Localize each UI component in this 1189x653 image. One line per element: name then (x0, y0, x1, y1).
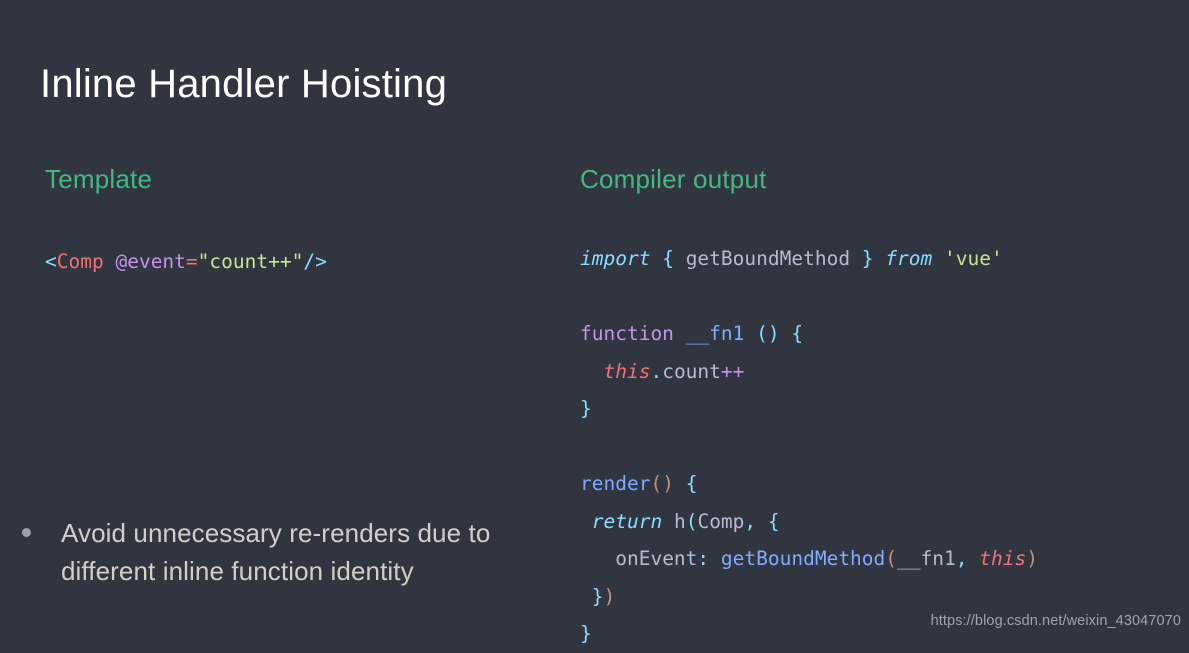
code-line: <Comp @event="count++"/> (45, 243, 545, 281)
token-brace-open: { (662, 247, 674, 270)
token-paren-close: ) (603, 584, 616, 608)
bullet-list: Avoid unnecessary re-renders due to diff… (22, 514, 522, 590)
code-line-this-count: this.count++ (580, 353, 1180, 391)
token-imported-binding: getBoundMethod (673, 247, 862, 270)
token-increment: ++ (720, 359, 745, 383)
slide-root: Inline Handler Hoisting Template <Comp @… (0, 0, 1189, 649)
token-this-kw: this (603, 359, 651, 383)
template-column: Template <Comp @event="count++"/> (45, 164, 545, 281)
code-line-import: import { getBoundMethod } from 'vue' (580, 240, 1180, 278)
token-paren-open: ( (685, 509, 698, 533)
token-dot: . (650, 359, 663, 383)
token-brace-close: } (861, 247, 874, 270)
token-h-fn: h (673, 509, 686, 533)
token-parens: () (756, 322, 780, 345)
compiler-output-column: Compiler output import { getBoundMethod … (580, 164, 1180, 653)
token-module-specifier: 'vue' (944, 247, 1003, 270)
list-item: Avoid unnecessary re-renders due to diff… (22, 514, 522, 590)
code-line-return-h: return h(Comp, { (580, 503, 1180, 541)
code-line-on-event: onEvent: getBoundMethod(__fn1, this) (580, 540, 1180, 578)
token-equals: = (185, 250, 198, 273)
token-brace-close: } (591, 584, 604, 608)
token-count-prop: count (662, 359, 721, 383)
token-attr-value: "count++" (197, 250, 304, 273)
token-this-arg: this (979, 547, 1027, 570)
token-comma: , (744, 509, 757, 533)
token-event-attr: @event (115, 250, 186, 273)
code-line-function-decl: function __fn1 () { (580, 315, 1180, 353)
bullet-dot-icon (22, 528, 31, 537)
template-code-block: <Comp @event="count++"/> (45, 243, 545, 281)
watermark-url: https://blog.csdn.net/weixin_43047070 (930, 613, 1181, 629)
token-paren-close: ) (1026, 547, 1038, 570)
token-comp-arg: Comp (697, 509, 745, 533)
code-line-close-fn: } (580, 390, 1180, 428)
token-brace-close: } (580, 397, 592, 420)
token-render-name: render (580, 472, 651, 495)
compiler-output-code-block: import { getBoundMethod } from 'vue' func… (580, 240, 1180, 653)
token-from-kw: from (885, 247, 933, 270)
code-line-render-decl: render() { (580, 465, 1180, 503)
token-brace-open: { (791, 322, 804, 345)
bullet-text: Avoid unnecessary re-renders due to diff… (61, 518, 491, 586)
token-comma: , (955, 547, 968, 570)
token-brace-close: } (580, 622, 592, 645)
token-function-name: __fn1 (685, 322, 745, 345)
template-heading: Template (45, 164, 153, 194)
token-colon: : (697, 547, 710, 570)
token-return-kw: return (591, 509, 663, 533)
token-function-kw: function (580, 322, 674, 345)
token-brace-open: { (685, 472, 698, 495)
code-line-close-obj: }) (580, 578, 1180, 616)
token-import-kw: import (580, 247, 651, 270)
token-angle-open: < (45, 250, 57, 273)
token-on-event-key: onEvent (615, 547, 698, 570)
token-self-close: /> (303, 250, 327, 273)
token-paren-open: ( (885, 547, 898, 570)
page-title: Inline Handler Hoisting (40, 61, 448, 106)
token-fn1-arg: __fn1 (897, 547, 956, 570)
compiler-output-heading: Compiler output (580, 164, 767, 194)
token-get-bound-method-call: getBoundMethod (720, 547, 886, 570)
token-parens: () (650, 472, 674, 495)
token-component-name: Comp (56, 250, 104, 273)
token-brace-open: { (767, 509, 780, 533)
